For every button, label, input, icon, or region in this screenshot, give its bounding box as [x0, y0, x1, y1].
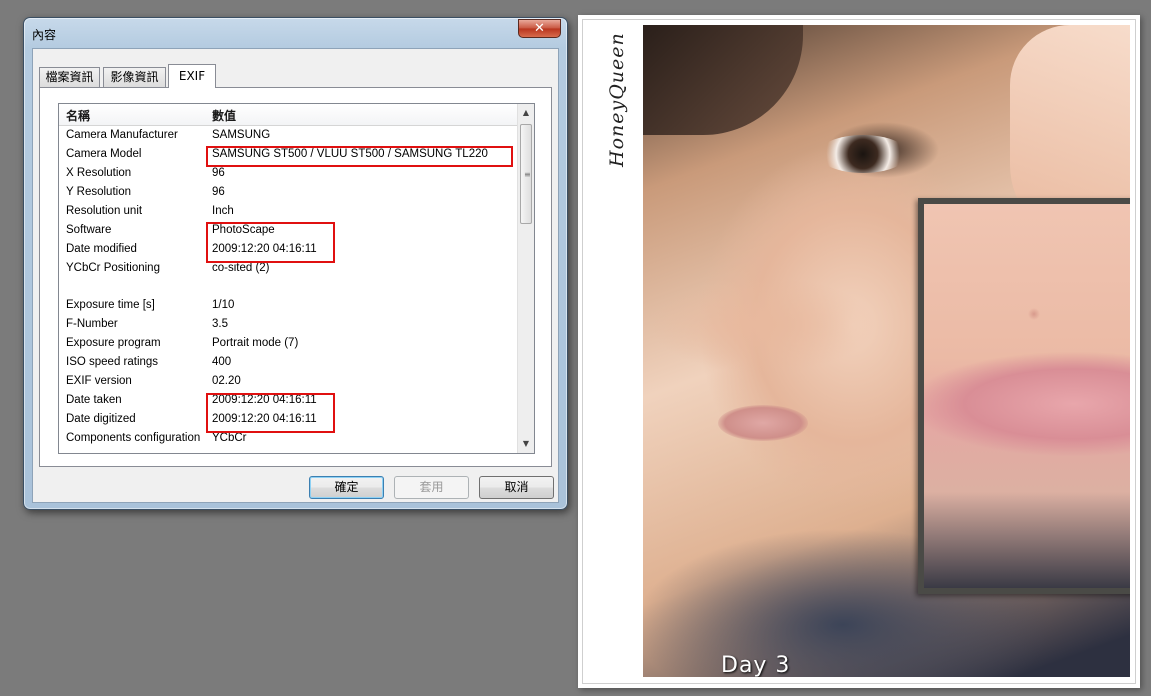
- list-row[interactable]: Resolution unit Inch: [59, 203, 518, 222]
- signature-watermark: HoneyQueen: [606, 32, 628, 167]
- row-value: YCbCr: [212, 432, 247, 444]
- close-icon: ✕: [534, 21, 545, 36]
- row-value: 1/10: [212, 299, 235, 312]
- list-row[interactable]: F-Number 3.5: [59, 316, 518, 335]
- dialog-body: 檔案資訊 影像資訊 EXIF 名稱 數值 Camera Manufacturer…: [32, 48, 559, 503]
- tab-exif[interactable]: EXIF: [168, 64, 216, 88]
- exif-tab-panel: 名稱 數值 Camera Manufacturer SAMSUNG Camera …: [39, 87, 552, 467]
- list-row[interactable]: EXIF version 02.20: [59, 373, 518, 392]
- row-name: Resolution unit: [66, 204, 143, 217]
- highlight-box-software-date: [206, 222, 335, 263]
- list-row-blank: [59, 279, 518, 298]
- title-bar[interactable]: 內容 ✕: [24, 18, 567, 48]
- row-value: SAMSUNG: [212, 129, 271, 141]
- lip-closeup-inset: [918, 198, 1130, 594]
- list-row[interactable]: Exposure program Portrait mode (7): [59, 335, 518, 354]
- tab-image-info[interactable]: 影像資訊: [103, 67, 166, 87]
- photo-frame: HoneyQueen Day 3: [578, 15, 1140, 688]
- highlight-box-dates: [206, 393, 335, 433]
- list-row[interactable]: Y Resolution 96: [59, 184, 518, 203]
- close-button[interactable]: ✕: [518, 19, 561, 38]
- list-row[interactable]: X Resolution 96: [59, 165, 518, 184]
- row-name: Software: [66, 223, 112, 236]
- row-name: F-Number: [66, 318, 118, 331]
- row-value: 96: [212, 185, 225, 198]
- row-name: EXIF version: [66, 375, 132, 388]
- row-name: Y Resolution: [66, 185, 131, 198]
- scrollbar-thumb[interactable]: ≡: [520, 124, 532, 224]
- hair-region: [643, 25, 803, 135]
- row-name: Exposure time [s]: [66, 299, 155, 312]
- row-name: YCbCr Positioning: [66, 261, 160, 274]
- row-name: Date modified: [66, 242, 137, 255]
- properties-dialog: 內容 ✕ 檔案資訊 影像資訊 EXIF 名稱 數值 Camera Manufac…: [23, 17, 568, 510]
- highlight-box-camera-model: [206, 146, 513, 167]
- ok-button[interactable]: 確定: [309, 476, 384, 499]
- column-header-value[interactable]: 數值: [212, 107, 236, 124]
- row-value: 400: [212, 356, 232, 369]
- scroll-down-arrow-icon[interactable]: ▼: [521, 439, 531, 449]
- column-header-name[interactable]: 名稱: [66, 107, 90, 124]
- row-value: Inch: [212, 204, 234, 217]
- list-row[interactable]: Camera Manufacturer SAMSUNG: [59, 127, 518, 146]
- lips-region: [718, 405, 808, 441]
- row-name: Camera Model: [66, 147, 142, 160]
- apply-button[interactable]: 套用: [394, 476, 469, 499]
- list-row[interactable]: Exposure time [s] 1/10: [59, 297, 518, 316]
- window-title: 內容: [32, 28, 57, 42]
- row-name: Components configuration: [66, 432, 201, 444]
- row-name: Exposure program: [66, 337, 161, 350]
- tab-file-info[interactable]: 檔案資訊: [39, 67, 100, 87]
- exif-list[interactable]: 名稱 數值 Camera Manufacturer SAMSUNG Camera …: [58, 103, 535, 454]
- row-value: 96: [212, 166, 225, 179]
- list-row[interactable]: ISO speed ratings 400: [59, 354, 518, 373]
- eye-region: [818, 135, 908, 173]
- row-value: Portrait mode (7): [212, 337, 299, 350]
- row-name: Date taken: [66, 394, 122, 407]
- row-name: Date digitized: [66, 413, 136, 426]
- list-header: 名稱 數值: [59, 104, 518, 126]
- grip-icon: ≡: [524, 170, 531, 179]
- scroll-up-arrow-icon[interactable]: ▲: [521, 108, 531, 118]
- row-name: ISO speed ratings: [66, 356, 159, 369]
- row-value: 3.5: [212, 318, 228, 331]
- portrait-photo: Day 3: [643, 25, 1130, 677]
- row-name: X Resolution: [66, 166, 132, 179]
- cancel-button[interactable]: 取消: [479, 476, 554, 499]
- row-name: Camera Manufacturer: [66, 129, 178, 141]
- row-value: 02.20: [212, 375, 241, 388]
- photo-caption: Day 3: [721, 653, 791, 677]
- row-value: co-sited (2): [212, 261, 270, 274]
- vertical-scrollbar[interactable]: ▲ ≡ ▼: [517, 104, 534, 453]
